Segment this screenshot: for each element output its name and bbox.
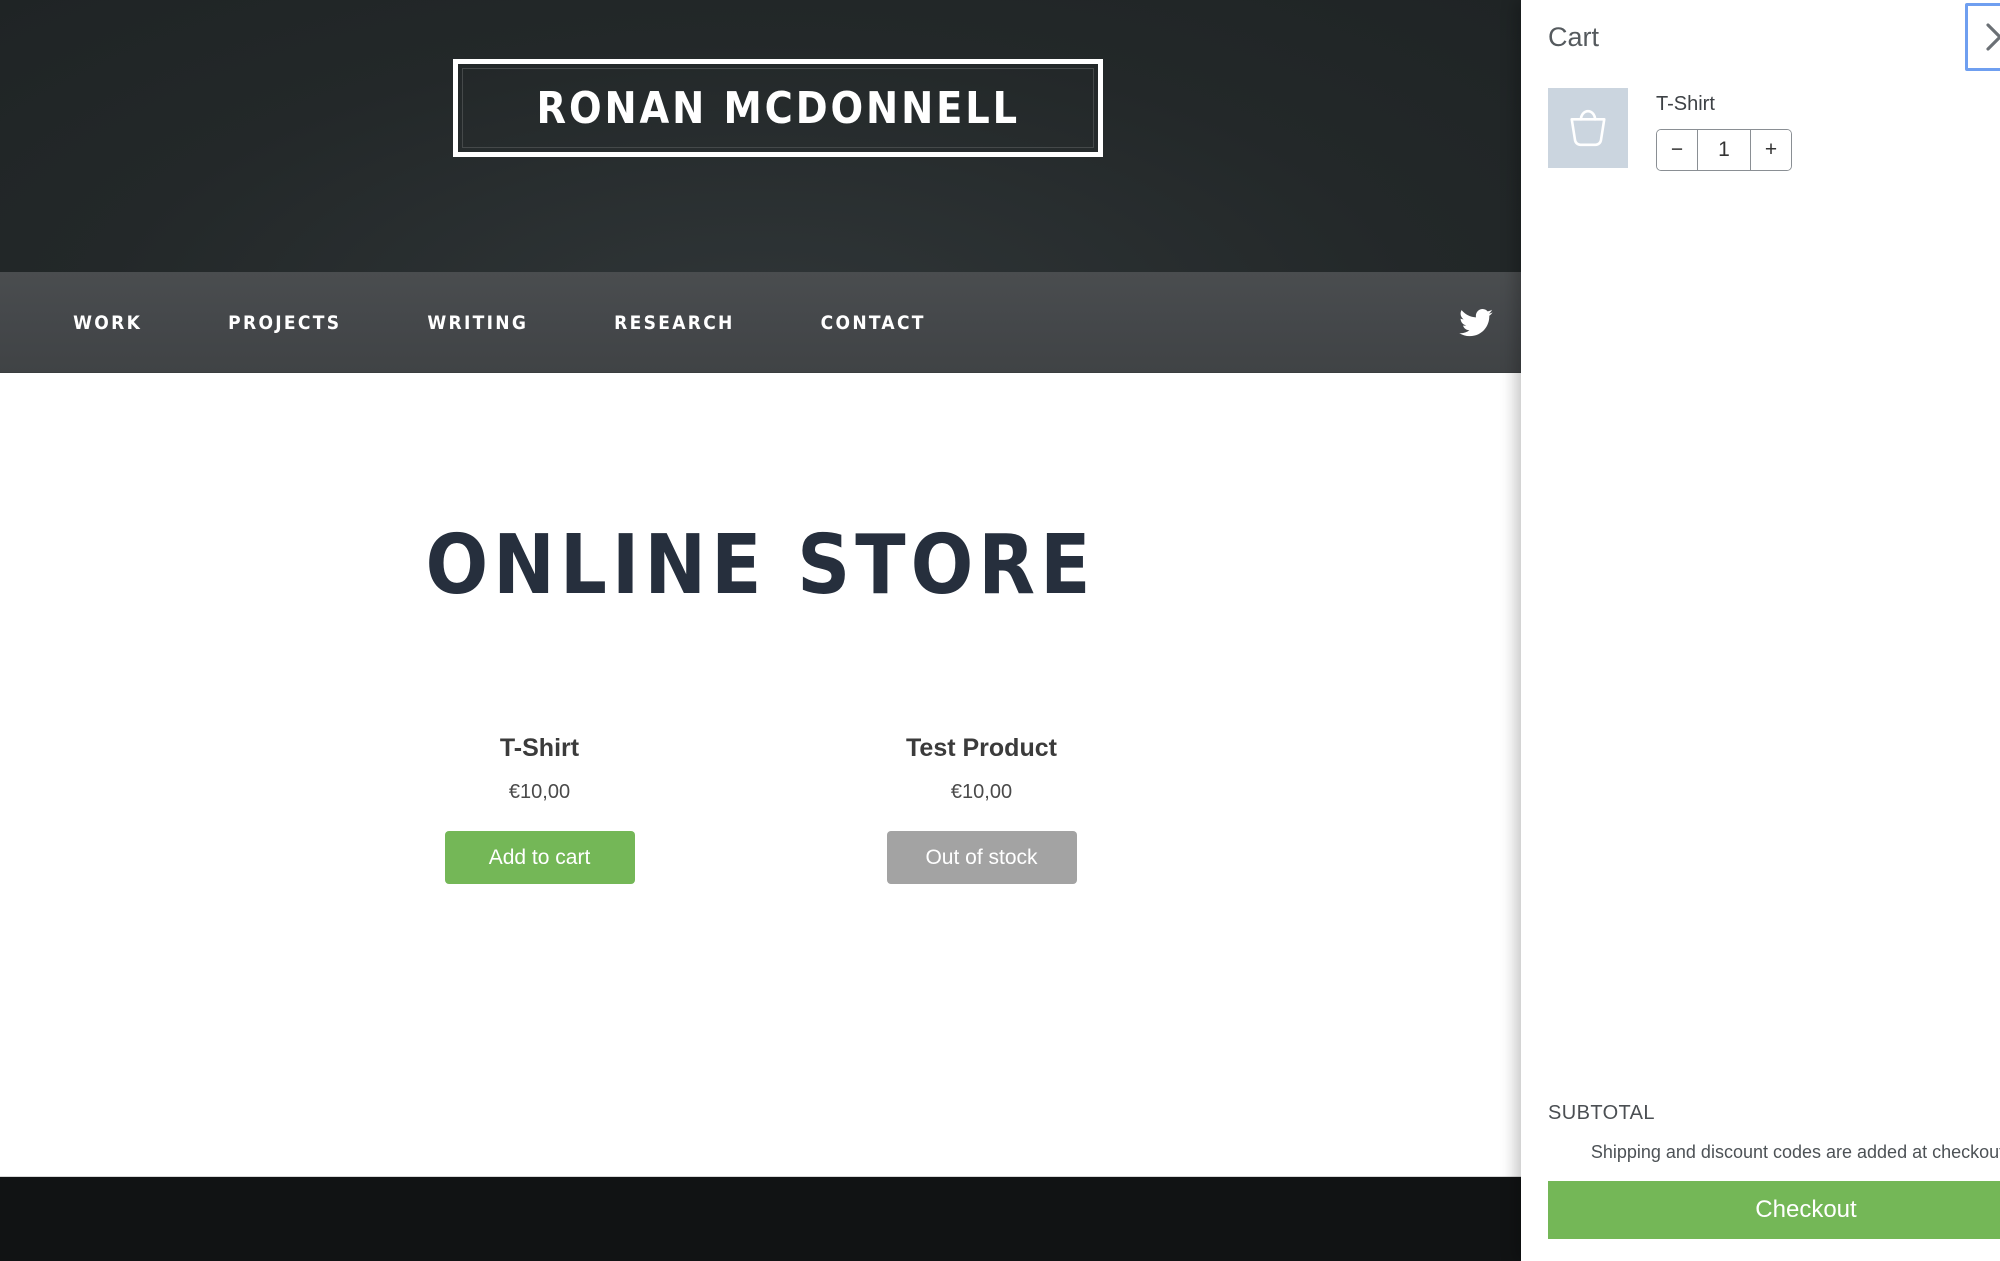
store-main: ONLINE STORE T-Shirt €10,00 Add to cart … bbox=[0, 373, 1521, 1176]
cart-item-name: T-Shirt bbox=[1656, 93, 1715, 115]
nav-item-projects[interactable]: PROJECTS bbox=[228, 312, 341, 334]
site-page: RONAN MCDONNELL UT WORK PROJECTS WRITING… bbox=[0, 0, 1521, 1261]
nav-item-contact[interactable]: CONTACT bbox=[821, 312, 926, 334]
product-grid: T-Shirt €10,00 Add to cart Test Product … bbox=[0, 733, 1521, 884]
page-title: ONLINE STORE bbox=[425, 518, 1096, 613]
cart-header: Cart bbox=[1521, 0, 2000, 88]
site-footer bbox=[0, 1176, 1521, 1261]
cart-item-thumbnail[interactable] bbox=[1548, 88, 1628, 168]
close-icon bbox=[1982, 19, 2000, 55]
product-name: T-Shirt bbox=[499, 734, 580, 762]
product-card-tshirt: T-Shirt €10,00 Add to cart bbox=[385, 733, 695, 884]
shipping-note: Shipping and discount codes are added at… bbox=[1590, 1142, 2000, 1162]
twitter-icon bbox=[1459, 308, 1493, 337]
site-header: RONAN MCDONNELL bbox=[0, 0, 1521, 272]
nav-item-research[interactable]: RESEARCH bbox=[614, 312, 734, 334]
product-card-test-product: Test Product €10,00 Out of stock bbox=[827, 733, 1137, 884]
cart-line-item: T-Shirt − 1 + €10,00 bbox=[1548, 88, 2000, 171]
twitter-link[interactable] bbox=[1459, 272, 1493, 373]
quantity-stepper: − 1 + bbox=[1656, 129, 1792, 171]
product-price: €10,00 bbox=[950, 781, 1013, 803]
product-price: €10,00 bbox=[508, 781, 571, 803]
cart-title: Cart bbox=[1548, 22, 1600, 52]
cart-close-button[interactable] bbox=[1965, 3, 2000, 71]
nav-item-writing[interactable]: WRITING bbox=[427, 312, 528, 334]
checkout-button[interactable]: Checkout bbox=[1548, 1181, 2000, 1239]
out-of-stock-button: Out of stock bbox=[886, 831, 1077, 884]
subtotal-label: SUBTOTAL bbox=[1548, 1102, 1655, 1124]
cart-item-list: T-Shirt − 1 + €10,00 bbox=[1521, 88, 2000, 171]
site-navbar: UT WORK PROJECTS WRITING RESEARCH CONTAC… bbox=[0, 272, 1521, 373]
product-name: Test Product bbox=[906, 734, 1057, 762]
nav-item-list: UT WORK PROJECTS WRITING RESEARCH CONTAC… bbox=[0, 272, 1012, 373]
site-logo[interactable]: RONAN MCDONNELL bbox=[453, 59, 1103, 157]
screenshot-viewport: RONAN MCDONNELL UT WORK PROJECTS WRITING… bbox=[0, 0, 2000, 1261]
logo-text: RONAN MCDONNELL bbox=[536, 82, 1020, 134]
subtotal-row: SUBTOTAL €10,00 bbox=[1548, 1098, 2000, 1138]
shopping-bag-icon bbox=[1562, 102, 1614, 154]
cart-drawer: Cart T-Shirt − 1 + SUBTOTAL Shipping and… bbox=[1521, 0, 2000, 1261]
quantity-decrease-button[interactable]: − bbox=[1657, 130, 1697, 170]
cart-item-details: T-Shirt − 1 + bbox=[1656, 88, 2000, 171]
quantity-increase-button[interactable]: + bbox=[1751, 130, 1791, 170]
quantity-value[interactable]: 1 bbox=[1697, 130, 1751, 170]
add-to-cart-button[interactable]: Add to cart bbox=[444, 831, 635, 884]
cart-footer: SUBTOTAL €10,00 Shipping and discount co… bbox=[1521, 1098, 2000, 1261]
nav-item-work[interactable]: WORK bbox=[73, 312, 142, 334]
